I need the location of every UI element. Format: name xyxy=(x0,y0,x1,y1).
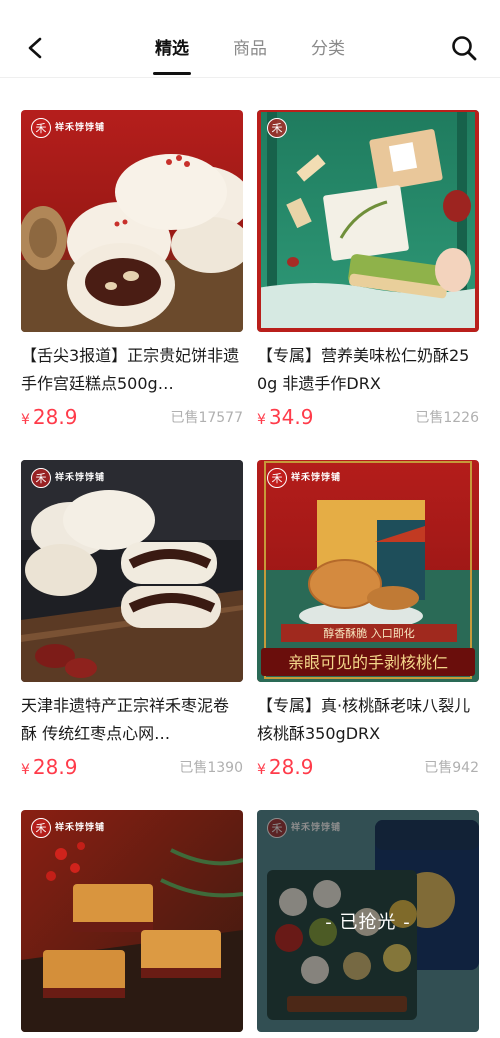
product-image: 禾 xyxy=(257,110,479,332)
seal-icon: 禾 xyxy=(31,468,51,488)
chevron-left-icon xyxy=(28,37,42,59)
sold-count: 已售1226 xyxy=(415,410,479,426)
brand-logo: 禾 祥禾饽饽铺 xyxy=(27,466,109,490)
back-button[interactable] xyxy=(18,30,54,66)
seal-icon: 禾 xyxy=(31,118,51,138)
product-card[interactable]: 禾 祥禾饽饽铺 天津非遗特产正宗祥禾枣泥卷酥 传统红枣点心网… ¥28.9 已售… xyxy=(21,460,243,786)
price-row: ¥34.9 已售1226 xyxy=(257,398,479,436)
sold-count: 已售1390 xyxy=(179,760,243,776)
product-card[interactable]: 禾 祥禾饽饽铺 【舌尖3报道】正宗贵妃饼非遗手作宫廷糕点500g… ¥28.9 … xyxy=(21,110,243,436)
price-row: ¥28.9 已售17577 xyxy=(21,398,243,436)
svg-text:亲眼可见的手剥核桃仁: 亲眼可见的手剥核桃仁 xyxy=(288,653,448,672)
tab-products[interactable]: 商品 xyxy=(231,34,269,78)
product-title: 【专属】真·核桃酥老味八裂儿核桃酥350gDRX xyxy=(257,696,471,743)
sold-out-label: - 已抢光 - xyxy=(325,912,411,933)
product-title: 【舌尖3报道】正宗贵妃饼非遗手作宫廷糕点500g… xyxy=(21,346,240,393)
product-title: 【专属】营养美味松仁奶酥250g 非遗手作DRX xyxy=(257,346,470,393)
tab-categories[interactable]: 分类 xyxy=(309,34,347,78)
tab-featured[interactable]: 精选 xyxy=(153,34,191,78)
product-image: 禾 祥禾饽饽铺 xyxy=(21,460,243,682)
brand-logo: 禾 祥禾饽饽铺 xyxy=(27,116,109,140)
top-navigation-bar: 精选 商品 分类 xyxy=(0,0,500,78)
price-row: ¥28.9 已售942 xyxy=(257,748,479,786)
seal-icon: 禾 xyxy=(31,818,51,838)
brand-logo: 禾 xyxy=(263,116,291,140)
search-button[interactable] xyxy=(446,30,482,66)
product-title: 天津非遗特产正宗祥禾枣泥卷酥 传统红枣点心网… xyxy=(21,696,230,743)
brand-logo: 禾 祥禾饽饽铺 xyxy=(263,466,345,490)
product-card[interactable]: 禾 祥禾饽饽铺 - 已抢光 - xyxy=(257,810,479,1032)
product-image: 醇香酥脆 入口即化 亲眼可见的手剥核桃仁 禾 祥禾饽饽铺 xyxy=(257,460,479,682)
product-card[interactable]: 禾 祥禾饽饽铺 xyxy=(21,810,243,1032)
seal-icon: 禾 xyxy=(267,118,287,138)
product-image: 禾 祥禾饽饽铺 - 已抢光 - xyxy=(257,810,479,1032)
seal-icon: 禾 xyxy=(267,468,287,488)
price-row: ¥28.9 已售1390 xyxy=(21,748,243,786)
product-card[interactable]: 禾 【专属】营养美味松仁奶酥250g 非遗手作DRX ¥34.9 已售1226 xyxy=(257,110,479,436)
brand-logo: 禾 祥禾饽饽铺 xyxy=(27,816,109,840)
product-price: ¥34.9 xyxy=(257,405,314,429)
sold-out-overlay: - 已抢光 - xyxy=(257,810,479,1032)
svg-text:醇香酥脆 入口即化: 醇香酥脆 入口即化 xyxy=(323,626,415,640)
product-price: ¥28.9 xyxy=(257,755,314,779)
product-image: 禾 祥禾饽饽铺 xyxy=(21,110,243,332)
product-price: ¥28.9 xyxy=(21,405,78,429)
sold-count: 已售942 xyxy=(424,760,479,776)
search-icon xyxy=(452,36,477,61)
sold-count: 已售17577 xyxy=(170,410,243,426)
tab-bar: 精选 商品 分类 xyxy=(0,34,500,78)
product-card[interactable]: 醇香酥脆 入口即化 亲眼可见的手剥核桃仁 禾 祥禾饽饽铺 【专属】真·核桃酥老味… xyxy=(257,460,479,786)
product-price: ¥28.9 xyxy=(21,755,78,779)
product-image: 禾 祥禾饽饽铺 xyxy=(21,810,243,1032)
